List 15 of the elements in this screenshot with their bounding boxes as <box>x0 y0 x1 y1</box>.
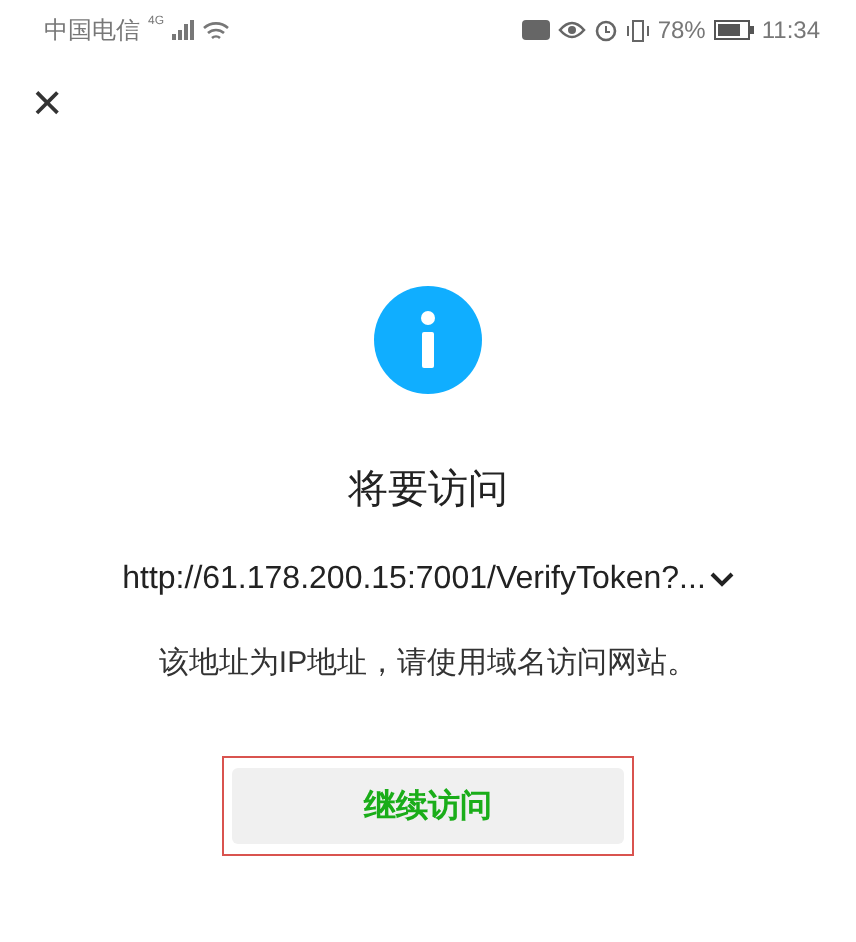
chevron-down-icon[interactable] <box>709 572 734 588</box>
alarm-icon <box>593 18 618 42</box>
signal-icon <box>172 20 195 40</box>
close-button[interactable]: × <box>28 76 67 128</box>
warning-message: 该地址为IP地址，请使用域名访问网站。 <box>158 644 698 682</box>
url-text: http://61.178.200.15:7001/VerifyToken?... <box>122 562 706 598</box>
clock-time: 11:34 <box>761 16 820 44</box>
carrier-name: 中国电信 <box>44 13 140 47</box>
vibrate-icon <box>625 19 650 41</box>
battery-icon <box>713 20 754 40</box>
wifi-icon <box>202 19 231 41</box>
info-icon <box>374 286 482 394</box>
eye-icon <box>557 20 586 40</box>
dialog-title: 将要访问 <box>348 466 508 516</box>
battery-percent: 78% <box>657 16 706 44</box>
